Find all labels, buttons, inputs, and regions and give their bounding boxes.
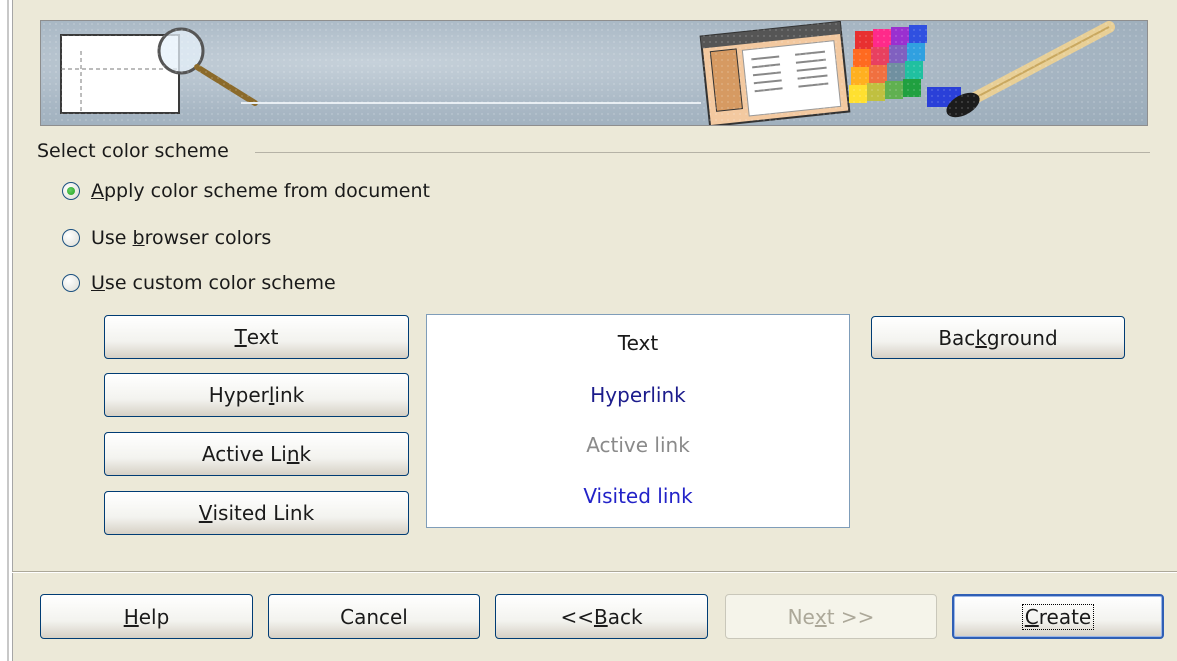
- color-palette-icon: [849, 25, 961, 107]
- focus-rect: Create: [1021, 603, 1095, 630]
- radio-browser-colors[interactable]: Use browser colors: [62, 227, 271, 249]
- magnifier-icon: [157, 27, 205, 75]
- preview-visited-link: Visited link: [583, 484, 693, 508]
- wizard-banner: [40, 20, 1148, 126]
- paint-brush-icon: [946, 21, 1115, 118]
- background-color-button[interactable]: Bac k ground: [871, 316, 1125, 359]
- banner-illustration: [60, 21, 1115, 125]
- group-separator: [255, 152, 1150, 153]
- document-window-icon: [699, 21, 851, 125]
- back-button[interactable]: << Back: [495, 594, 708, 639]
- radio-label[interactable]: Apply color scheme from document: [91, 180, 430, 202]
- radio-custom-color-scheme[interactable]: Use custom color scheme: [62, 272, 336, 294]
- preview-text: Text: [617, 331, 659, 355]
- help-button[interactable]: Help: [40, 594, 253, 639]
- text-color-button[interactable]: Text: [104, 315, 409, 359]
- radio-unselected-icon[interactable]: [62, 274, 80, 292]
- group-label: Select color scheme: [37, 140, 229, 162]
- preview-hyperlink: Hyperlink: [590, 383, 686, 407]
- footer-separator: [12, 571, 1177, 573]
- radio-apply-from-document[interactable]: Apply color scheme from document: [62, 180, 430, 202]
- window-left-edge-line: [7, 0, 9, 661]
- preview-active-link: Active link: [586, 433, 690, 457]
- radio-label[interactable]: Use custom color scheme: [91, 272, 336, 294]
- radio-label[interactable]: Use browser colors: [91, 227, 271, 249]
- radio-unselected-icon[interactable]: [62, 229, 80, 247]
- hyperlink-color-button[interactable]: Hyper l ink: [104, 373, 409, 417]
- create-button[interactable]: Create: [952, 594, 1164, 639]
- page-icon: [60, 34, 180, 114]
- cancel-button[interactable]: Cancel: [268, 594, 480, 639]
- visited-link-color-button[interactable]: Visited Link: [104, 491, 409, 535]
- next-button[interactable]: Ne x t >>: [725, 594, 937, 639]
- radio-selected-icon[interactable]: [62, 182, 80, 200]
- active-link-color-button[interactable]: Active Li n k: [104, 432, 409, 476]
- color-preview-box: Text Hyperlink Active link Visited link: [426, 314, 850, 528]
